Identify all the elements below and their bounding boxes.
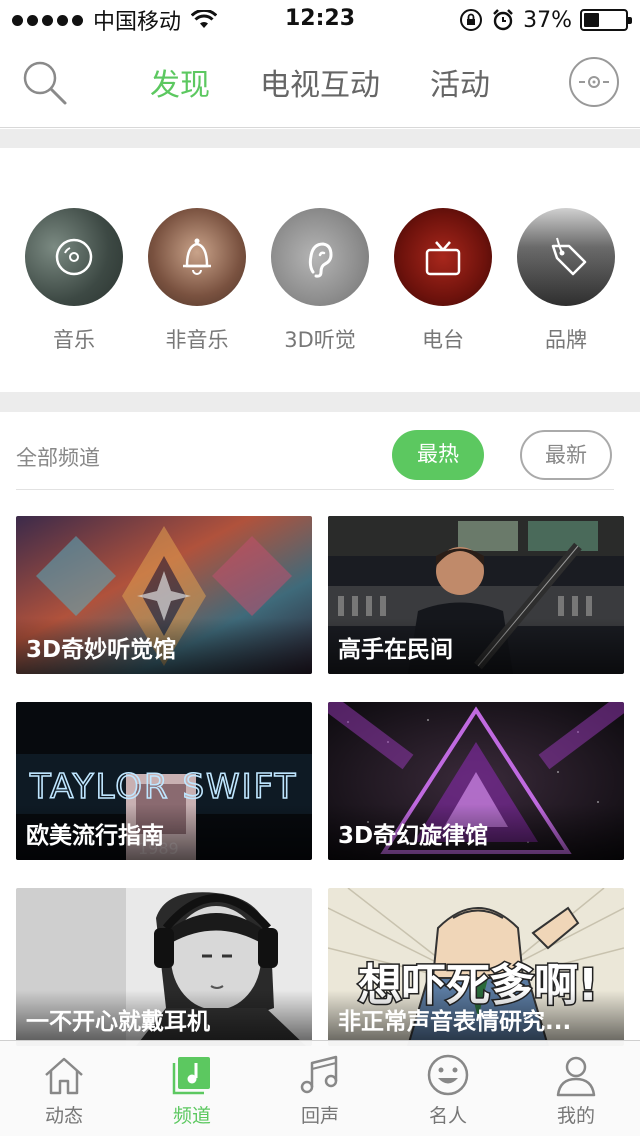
- tab-discover[interactable]: 发现: [150, 60, 210, 104]
- top-nav: 发现 电视互动 活动: [0, 40, 640, 128]
- section-divider: [0, 392, 640, 412]
- category-brand-image: [517, 208, 615, 306]
- music-note-square-icon: [172, 1057, 210, 1095]
- tabbar-label: 回声: [300, 1105, 339, 1127]
- sort-hot-button[interactable]: 最热: [392, 430, 484, 480]
- tabbar-label: 频道: [172, 1105, 211, 1127]
- category-label: 电台: [422, 328, 464, 352]
- disc-icon: [55, 238, 93, 276]
- channel-list-title: 全部频道: [16, 446, 100, 470]
- bell-icon: [183, 238, 211, 275]
- channel-card[interactable]: 3D奇幻旋律馆: [328, 702, 624, 860]
- category-radio-image: [394, 208, 492, 306]
- tab-tv-interaction[interactable]: 电视互动: [260, 60, 380, 104]
- channel-card[interactable]: 高手在民间: [328, 516, 624, 674]
- ear-icon: [308, 242, 333, 278]
- category-brand[interactable]: 品牌: [516, 208, 616, 354]
- tabbar-item-celebrities[interactable]: 名人: [384, 1041, 512, 1136]
- smiley-icon: [427, 1054, 469, 1096]
- home-icon: [45, 1057, 83, 1095]
- category-row: 音乐 非音乐 3D听觉 电台 品牌: [0, 148, 640, 392]
- tabbar-label: 名人: [428, 1105, 467, 1127]
- category-label: 品牌: [545, 328, 587, 352]
- disc-icon[interactable]: [568, 56, 620, 108]
- category-label: 音乐: [53, 328, 95, 352]
- tab-activities[interactable]: 活动: [430, 60, 490, 104]
- tag-icon: [551, 237, 587, 276]
- channel-title: 一不开心就戴耳机: [26, 1009, 210, 1035]
- nav-tabs: 发现 电视互动 活动: [0, 60, 640, 104]
- section-divider: [0, 129, 640, 148]
- channel-title: 欧美流行指南: [26, 823, 164, 849]
- orientation-lock-icon: [460, 9, 483, 31]
- channel-card[interactable]: 一不开心就戴耳机: [16, 888, 312, 1046]
- tabbar-item-feed[interactable]: 动态: [0, 1041, 128, 1136]
- battery-icon: [580, 9, 632, 31]
- category-radio[interactable]: 电台: [393, 208, 493, 354]
- category-3d-audio-image: [271, 208, 369, 306]
- category-music-image: [25, 208, 123, 306]
- tabbar-label: 我的: [556, 1105, 595, 1127]
- artwork-neon-text: TAYLOR SWIFT: [29, 767, 297, 807]
- channel-card[interactable]: 想吓死爹啊! 非正常声音表情研究...: [328, 888, 624, 1046]
- tabbar-item-echo[interactable]: 回声: [256, 1041, 384, 1136]
- sort-new-button[interactable]: 最新: [520, 430, 612, 480]
- tv-icon: [425, 241, 461, 276]
- status-right: 37%: [459, 6, 632, 34]
- battery-percentage: 37%: [523, 7, 572, 33]
- battery-level: [584, 13, 599, 27]
- tabbar-item-channels[interactable]: 频道: [128, 1041, 256, 1136]
- channel-title: 3D奇幻旋律馆: [338, 823, 489, 849]
- channel-list-header: 全部频道 最热 最新: [16, 412, 614, 490]
- category-label: 3D听觉: [284, 328, 356, 352]
- person-icon: [556, 1056, 596, 1097]
- category-label: 非音乐: [165, 328, 229, 352]
- music-notes-icon: [300, 1055, 338, 1094]
- channel-title: 高手在民间: [338, 637, 453, 663]
- channel-card[interactable]: 3D奇妙听觉馆: [16, 516, 312, 674]
- channel-title: 3D奇妙听觉馆: [26, 637, 177, 663]
- bottom-tab-bar: 动态 频道 回声 名人 我的: [0, 1040, 640, 1136]
- tabbar-item-me[interactable]: 我的: [512, 1041, 640, 1136]
- category-3d-audio[interactable]: 3D听觉: [270, 208, 370, 354]
- category-non-music[interactable]: 非音乐: [147, 208, 247, 354]
- category-music[interactable]: 音乐: [24, 208, 124, 354]
- tabbar-label: 动态: [44, 1105, 83, 1127]
- status-bar: 中国移动 12:23 37%: [0, 0, 640, 40]
- category-non-music-image: [148, 208, 246, 306]
- channel-title: 非正常声音表情研究...: [338, 1009, 572, 1035]
- alarm-icon: [493, 9, 513, 31]
- channel-card[interactable]: 1989 TAYLOR SWIFT 欧美流行指南: [16, 702, 312, 860]
